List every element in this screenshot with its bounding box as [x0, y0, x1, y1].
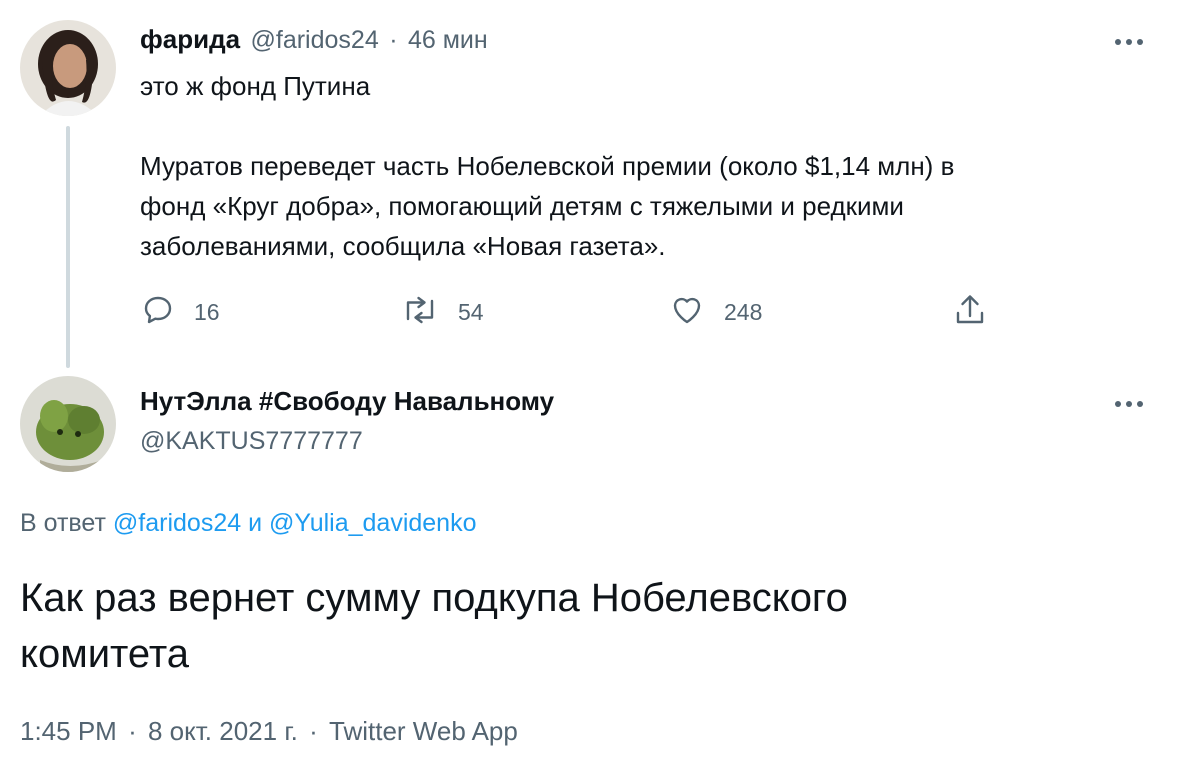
- reply-icon: [140, 292, 176, 333]
- share-icon: [952, 291, 988, 334]
- tweet-text-line: фонд «Круг добра», помогающий детям с тя…: [140, 191, 904, 221]
- share-button[interactable]: [952, 290, 988, 334]
- reply-user-link[interactable]: @faridos24: [113, 509, 241, 537]
- reply-prefix: В ответ: [20, 509, 106, 537]
- reply-count: 16: [194, 298, 220, 325]
- tweet-meta: 1:45 PM · 8 окт. 2021 г. · Twitter Web A…: [20, 716, 518, 747]
- main-tweet-header: НутЭлла #Свободу Навальному @KAKTUS77777…: [140, 386, 554, 456]
- separator-dot: ·: [389, 26, 398, 54]
- tweet-text-line: комитета: [20, 632, 189, 676]
- author-handle[interactable]: @KAKTUS7777777: [140, 427, 554, 456]
- avatar-faridos24[interactable]: [20, 20, 116, 116]
- tweet-date[interactable]: 8 окт. 2021 г.: [148, 716, 298, 746]
- tweet-time[interactable]: 46 мин: [408, 26, 488, 54]
- reply-conjunction: и: [248, 509, 263, 537]
- tweet-time[interactable]: 1:45 PM: [20, 716, 117, 746]
- reply-context: В ответ @faridos24 и @Yulia_davidenko: [20, 509, 477, 538]
- like-button[interactable]: 248: [668, 290, 762, 334]
- tweet-text-line: это ж фонд Путина: [140, 71, 371, 101]
- retweet-icon: [400, 292, 440, 333]
- like-count: 248: [724, 298, 763, 325]
- separator-dot: ·: [309, 716, 318, 746]
- tweet-text-line: Как раз вернет сумму подкупа Нобелевског…: [20, 576, 848, 620]
- reply-button[interactable]: 16: [140, 290, 220, 334]
- retweet-count: 54: [458, 298, 484, 325]
- reply-user-link[interactable]: @Yulia_davidenko: [269, 509, 476, 537]
- separator-dot: ·: [128, 716, 137, 746]
- tweet-text-line: Муратов переведет часть Нобелевской прем…: [140, 151, 955, 181]
- parent-tweet-text: это ж фонд Путина Муратов переведет част…: [140, 66, 1140, 266]
- more-icon[interactable]: [1115, 398, 1149, 410]
- avatar-kaktus[interactable]: [20, 376, 116, 472]
- heart-icon: [668, 292, 706, 333]
- more-icon[interactable]: [1115, 36, 1149, 48]
- parent-tweet-header: фарида @faridos24 · 46 мин: [140, 24, 488, 55]
- thread-connector-line: [66, 126, 70, 368]
- main-tweet-text: Как раз вернет сумму подкупа Нобелевског…: [20, 570, 1160, 682]
- author-name[interactable]: фарида: [140, 24, 240, 54]
- tweet-text-line: заболеваниями, сообщила «Новая газета».: [140, 231, 666, 261]
- author-handle[interactable]: @faridos24: [251, 26, 379, 54]
- retweet-button[interactable]: 54: [400, 290, 484, 334]
- tweet-source[interactable]: Twitter Web App: [329, 716, 518, 746]
- author-name[interactable]: НутЭлла #Свободу Навальному: [140, 386, 554, 417]
